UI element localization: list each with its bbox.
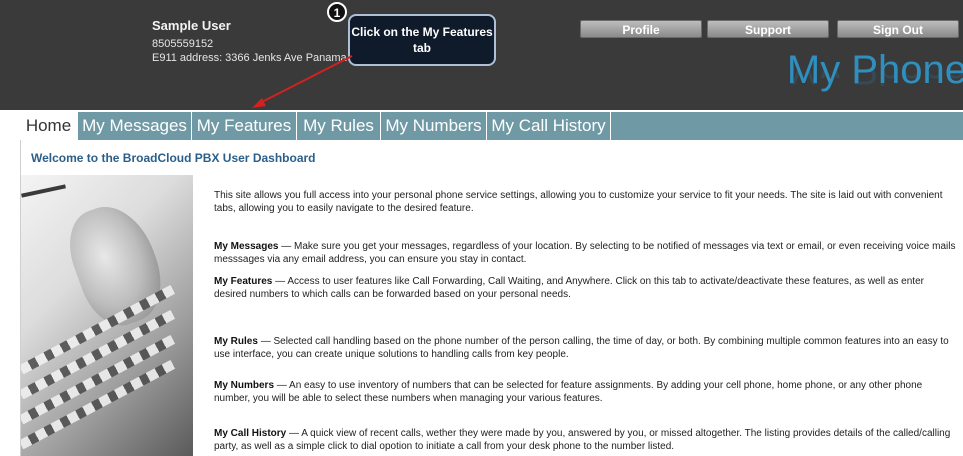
tab-my-call-history[interactable]: My Call History bbox=[487, 112, 611, 140]
tab-my-rules[interactable]: My Rules bbox=[297, 112, 381, 140]
section-text: — Access to user features like Call Forw… bbox=[214, 276, 924, 300]
section-my-numbers: My Numbers — An easy to use inventory of… bbox=[214, 379, 959, 405]
section-title: My Features bbox=[214, 276, 273, 287]
user-e911-address: E911 address: 3366 Jenks Ave Panama City bbox=[152, 52, 369, 64]
tab-my-messages[interactable]: My Messages bbox=[78, 112, 192, 140]
section-my-call-history: My Call History — A quick view of recent… bbox=[214, 427, 959, 453]
user-phone: 8505559152 bbox=[152, 38, 214, 50]
sign-out-button[interactable]: Sign Out bbox=[837, 20, 959, 38]
tab-home[interactable]: Home bbox=[20, 112, 78, 140]
page-title: Welcome to the BroadCloud PBX User Dashb… bbox=[31, 151, 316, 165]
user-name: Sample User bbox=[152, 18, 231, 33]
section-title: My Rules bbox=[214, 336, 258, 347]
section-text: — Make sure you get your messages, regar… bbox=[214, 241, 956, 265]
section-text: — Selected call handling based on the ph… bbox=[214, 336, 949, 360]
intro-paragraph: This site allows you full access into yo… bbox=[214, 190, 943, 214]
instruction-callout: Click on the My Features tab bbox=[348, 14, 496, 66]
section-title: My Call History bbox=[214, 428, 287, 439]
tab-bar: Home My Messages My Features My Rules My… bbox=[20, 112, 963, 140]
section-my-messages: My Messages — Make sure you get your mes… bbox=[214, 240, 959, 266]
support-button[interactable]: Support bbox=[707, 20, 829, 38]
section-title: My Numbers bbox=[214, 380, 275, 391]
section-text: — An easy to use inventory of numbers th… bbox=[214, 380, 923, 404]
profile-button[interactable]: Profile bbox=[580, 20, 702, 38]
phone-cable bbox=[21, 184, 66, 198]
section-my-features: My Features — Access to user features li… bbox=[214, 275, 959, 301]
section-title: My Messages bbox=[214, 241, 279, 252]
section-my-rules: My Rules — Selected call handling based … bbox=[214, 335, 959, 361]
tab-my-numbers[interactable]: My Numbers bbox=[381, 112, 487, 140]
step-badge: 1 bbox=[327, 2, 347, 22]
section-text: — A quick view of recent calls, wether t… bbox=[214, 428, 951, 452]
brand-logo-reflection: My Phone bbox=[787, 70, 963, 90]
phone-photo bbox=[21, 175, 193, 456]
tab-my-features[interactable]: My Features bbox=[192, 112, 297, 140]
